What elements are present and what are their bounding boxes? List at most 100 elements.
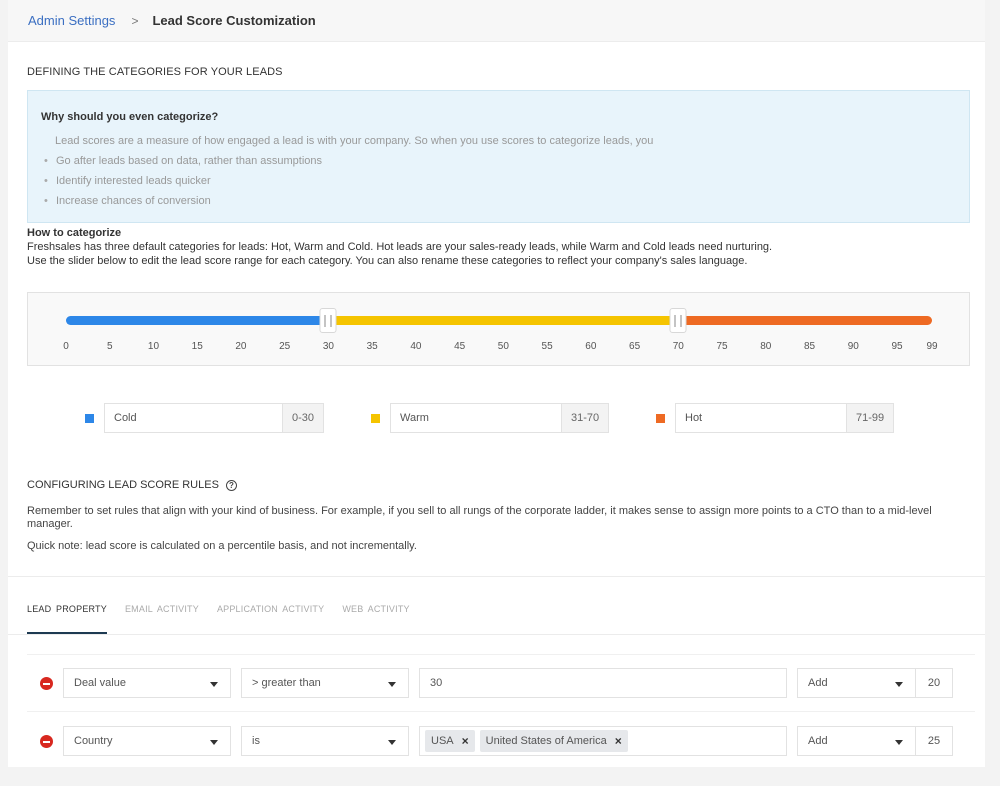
hot-color-swatch <box>656 413 665 423</box>
slider-tick-label: 45 <box>454 341 466 352</box>
breadcrumb-separator-icon: > <box>131 13 139 28</box>
info-box: Why should you even categorize? Lead sco… <box>27 90 970 223</box>
points-input[interactable]: 20 <box>915 668 953 698</box>
close-icon[interactable]: × <box>615 734 622 748</box>
tag-chip: United States of America × <box>479 730 628 752</box>
close-icon[interactable]: × <box>462 734 469 748</box>
info-bullet: Identify interested leads quicker <box>44 175 322 195</box>
rule-value-input[interactable] <box>419 668 787 698</box>
rules-quick-note: Quick note: lead score is calculated on … <box>27 540 417 552</box>
how-to-heading: How to categorize <box>27 227 122 239</box>
info-question: Why should you even categorize? <box>41 111 219 123</box>
action-select[interactable]: Add <box>797 726 916 756</box>
category-name-input-cold[interactable] <box>104 403 282 433</box>
slider-tick-label: 20 <box>235 341 247 352</box>
slider-tick-label: 99 <box>926 341 938 352</box>
info-bullet: Increase chances of conversion <box>44 195 322 215</box>
slider-tick-label: 15 <box>191 341 203 352</box>
slider-handle-cold-warm[interactable] <box>319 308 337 333</box>
categories-section-title: DEFINING THE CATEGORIES FOR YOUR LEADS <box>27 66 283 78</box>
how-to-line: Use the slider below to edit the lead sc… <box>27 255 748 267</box>
tab-email-activity[interactable]: EMAIL ACTIVITY <box>125 604 199 634</box>
rules-note: Remember to set rules that align with yo… <box>27 505 932 530</box>
slider-tick-label: 90 <box>847 341 859 352</box>
slider-tick-label: 70 <box>672 341 684 352</box>
rules-description: Remember to set rules that align with yo… <box>27 505 967 562</box>
category-range-hot: 71-99 <box>846 403 895 433</box>
how-to-line: Freshsales has three default categories … <box>27 241 773 253</box>
action-select-value: Add <box>808 677 828 689</box>
rules-section-title: CONFIGURING LEAD SCORE RULES ? <box>27 479 237 491</box>
operator-select[interactable]: is <box>241 726 409 756</box>
category-name-input-warm[interactable] <box>390 403 561 433</box>
chevron-down-icon <box>388 682 396 687</box>
rule-tabs: LEAD PROPERTY EMAIL ACTIVITY APPLICATION… <box>27 604 428 634</box>
action-select[interactable]: Add <box>797 668 916 698</box>
lead-score-slider: 0 5 10 15 20 25 30 35 40 45 50 55 60 65 70 75 80 85 90 95 99 <box>27 292 970 366</box>
info-bullet: Go after leads based on data, rather tha… <box>44 155 322 175</box>
breadcrumb-admin-settings-link[interactable]: Admin Settings <box>28 13 115 28</box>
info-bullets: Go after leads based on data, rather tha… <box>44 155 322 215</box>
tag-label: USA <box>431 735 454 747</box>
slider-tick-label: 95 <box>891 341 903 352</box>
rule-row: Deal value > greater than Add 20 <box>27 654 975 710</box>
slider-tick-label: 60 <box>585 341 597 352</box>
chevron-down-icon <box>210 740 218 745</box>
slider-handle-warm-hot[interactable] <box>669 308 687 333</box>
slider-tick-label: 85 <box>803 341 816 352</box>
warm-segment[interactable] <box>328 316 679 325</box>
slider-tick-label: 0 <box>63 341 69 352</box>
cold-segment[interactable] <box>66 316 329 325</box>
rule-tags-input[interactable]: USA × United States of America × <box>419 726 787 756</box>
slider-tick-label: 80 <box>760 341 772 352</box>
slider-tick-label: 35 <box>366 341 378 352</box>
category-warm: 31-70 <box>371 403 610 433</box>
chevron-down-icon <box>895 740 903 745</box>
property-select-value: Deal value <box>74 677 126 689</box>
operator-select-value: > greater than <box>252 677 321 689</box>
operator-select[interactable]: > greater than <box>241 668 409 698</box>
chevron-down-icon <box>388 740 396 745</box>
category-hot: 71-99 <box>656 403 895 433</box>
how-to-categorize: How to categorize Freshsales has three d… <box>27 226 772 268</box>
rule-row: Country is USA × United States of Americ… <box>27 712 975 768</box>
tab-web-activity[interactable]: WEB ACTIVITY <box>342 604 409 634</box>
cold-color-swatch <box>85 413 94 423</box>
slider-tick-label: 5 <box>106 341 113 352</box>
slider-tick-label: 40 <box>410 341 422 352</box>
action-select-value: Add <box>808 735 828 747</box>
slider-tick-label: 50 <box>497 341 509 352</box>
points-input[interactable]: 25 <box>915 726 953 756</box>
category-range-cold: 0-30 <box>282 403 325 433</box>
tag-label: United States of America <box>485 735 607 747</box>
category-range-warm: 31-70 <box>561 403 610 433</box>
section-divider <box>8 576 985 577</box>
slider-tick-label: 55 <box>541 341 553 352</box>
category-cold: 0-30 <box>85 403 325 433</box>
chevron-down-icon <box>895 682 903 687</box>
slider-tick-label: 75 <box>716 341 728 352</box>
tab-lead-property[interactable]: LEAD PROPERTY <box>27 604 107 634</box>
tabs-divider <box>8 634 985 635</box>
slider-tick-label: 25 <box>279 341 291 352</box>
slider-tick-label: 30 <box>322 341 334 352</box>
category-name-input-hot[interactable] <box>675 403 846 433</box>
settings-card: Admin Settings > Lead Score Customizatio… <box>8 0 985 767</box>
rules-title-text: CONFIGURING LEAD SCORE RULES <box>27 479 219 491</box>
breadcrumb: Admin Settings > Lead Score Customizatio… <box>8 0 985 42</box>
tag-chip: USA × <box>425 730 475 752</box>
chevron-down-icon <box>210 682 218 687</box>
tab-application-activity[interactable]: APPLICATION ACTIVITY <box>217 604 324 634</box>
operator-select-value: is <box>252 735 260 747</box>
property-select[interactable]: Deal value <box>63 668 231 698</box>
slider-tick-label: 65 <box>629 341 641 352</box>
help-icon[interactable]: ? <box>225 479 237 491</box>
property-select-value: Country <box>74 735 113 747</box>
remove-rule-icon[interactable] <box>40 735 53 748</box>
page-title: Lead Score Customization <box>152 13 316 28</box>
hot-segment[interactable] <box>678 316 932 325</box>
info-intro: Lead scores are a measure of how engaged… <box>55 135 654 147</box>
property-select[interactable]: Country <box>63 726 231 756</box>
remove-rule-icon[interactable] <box>40 677 53 690</box>
slider-tick-label: 10 <box>147 341 160 352</box>
